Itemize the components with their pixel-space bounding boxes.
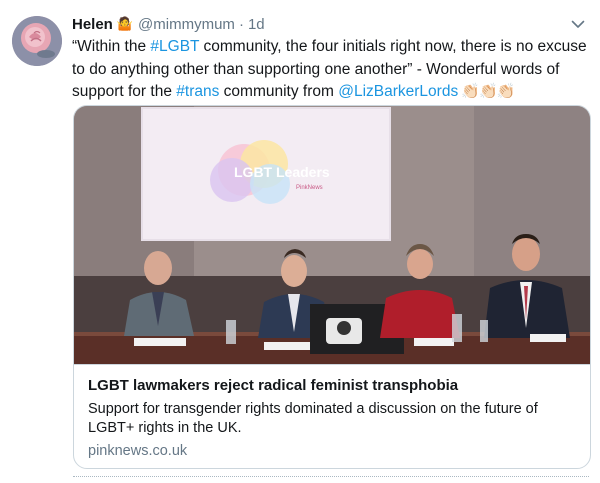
- avatar[interactable]: [12, 16, 62, 66]
- separator-dot: ·: [238, 15, 244, 33]
- chevron-down-icon[interactable]: [570, 16, 586, 32]
- divider: [73, 476, 589, 477]
- screen-logo-text: LGBT Leaders: [234, 164, 330, 180]
- screen-logo-sub: PinkNews: [296, 185, 323, 191]
- rose-avatar-image: [12, 16, 62, 66]
- author-name[interactable]: Helen: [72, 16, 113, 33]
- tweet: Helen 🤷 @mimmymum · 1d “Within the #LGBT…: [0, 0, 600, 483]
- clapping-hands-emoji: 👏🏻👏🏻👏🏻: [458, 83, 515, 100]
- panel-event-photo: LGBT Leaders PinkNews: [74, 106, 590, 364]
- author-handle[interactable]: @mimmymum: [138, 16, 235, 33]
- mention-link[interactable]: @LizBarkerLords: [338, 83, 458, 100]
- author-emoji: 🤷: [116, 16, 134, 31]
- card-description: Support for transgender rights dominated…: [88, 401, 538, 436]
- tweet-text: “Within the #LGBT community, the four in…: [72, 36, 592, 104]
- link-preview-card[interactable]: LGBT Leaders PinkNews LGBT lawmakers rej…: [73, 105, 591, 469]
- tweet-text-segment: “Within the: [72, 38, 151, 55]
- card-photo: LGBT Leaders PinkNews: [74, 106, 590, 364]
- card-domain[interactable]: pinknews.co.uk: [88, 443, 187, 459]
- hashtag-trans-link[interactable]: #trans: [176, 83, 219, 100]
- tweet-header: Helen 🤷 @mimmymum · 1d: [72, 14, 265, 34]
- hashtag-lgbt-link[interactable]: #LGBT: [150, 38, 199, 55]
- tweet-timestamp[interactable]: 1d: [248, 16, 265, 33]
- tweet-text-segment: community from: [219, 83, 339, 100]
- card-body: LGBT lawmakers reject radical feminist t…: [74, 364, 590, 468]
- card-title[interactable]: LGBT lawmakers reject radical feminist t…: [88, 377, 458, 394]
